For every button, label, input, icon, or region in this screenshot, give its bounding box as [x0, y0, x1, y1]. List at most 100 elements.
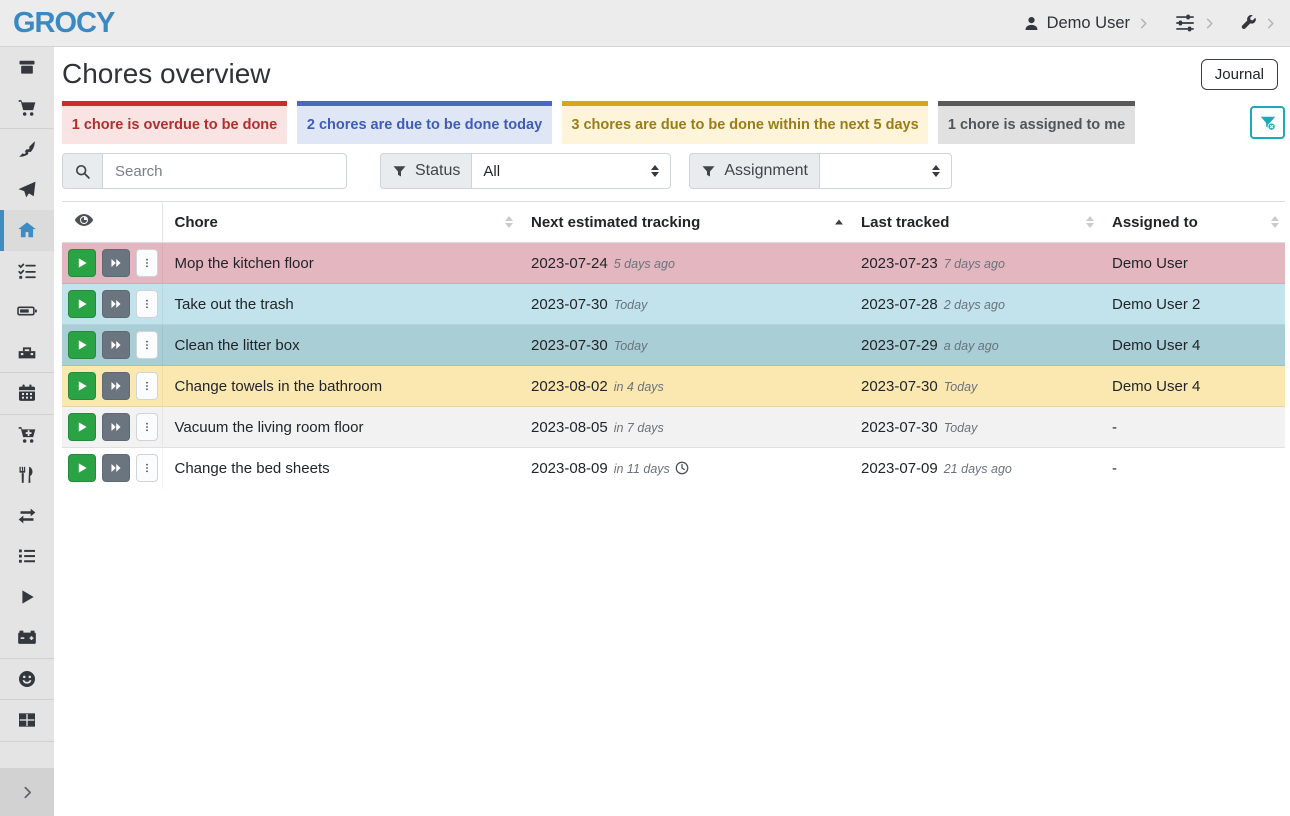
sort-icons [1086, 216, 1094, 228]
settings-menu[interactable] [1174, 12, 1216, 34]
chore-name-cell: Mop the kitchen floor [162, 243, 519, 284]
banner-assigned-me[interactable]: 1 chore is assigned to me [938, 101, 1135, 144]
play-icon [75, 297, 89, 311]
fast-forward-icon [109, 461, 123, 475]
wrench-icon [1240, 15, 1257, 32]
search-input[interactable] [102, 153, 347, 189]
paper-plane-icon [17, 180, 37, 200]
chore-row-menu-button[interactable] [136, 290, 158, 318]
sidebar-item-calendar[interactable] [0, 373, 54, 414]
skip-chore-button[interactable] [102, 331, 130, 359]
last-tracked-date: 2023-07-30 [861, 378, 938, 395]
track-chore-button[interactable] [68, 249, 96, 277]
page-title: Chores overview [62, 58, 271, 90]
tasks-icon [17, 261, 37, 281]
sidebar-item-battery[interactable] [0, 291, 54, 332]
user-menu[interactable]: Demo User [1023, 14, 1150, 33]
chore-row-menu-button[interactable] [136, 454, 158, 482]
sort-icons [1271, 216, 1279, 228]
chore-row-menu-button[interactable] [136, 331, 158, 359]
skip-chore-button[interactable] [102, 249, 130, 277]
battery-icon [17, 301, 37, 321]
last-tracked-date: 2023-07-23 [861, 255, 938, 272]
last-tracked-cell: 2023-07-237 days ago [849, 243, 1100, 284]
chore-row-menu-button[interactable] [136, 413, 158, 441]
chore-row-menu-button[interactable] [136, 372, 158, 400]
filters-row: Status All Assignment [62, 153, 1285, 189]
track-chore-button[interactable] [68, 331, 96, 359]
chevron-right-icon [20, 785, 35, 800]
header-assigned-to[interactable]: Assigned to [1100, 202, 1285, 243]
sidebar-item-pizza[interactable] [0, 129, 54, 170]
play-icon [75, 379, 89, 393]
header-chore[interactable]: Chore [162, 202, 519, 243]
status-filter-select[interactable]: All [471, 153, 671, 189]
sidebar [0, 47, 54, 768]
sidebar-item-shopping-cart[interactable] [0, 88, 54, 129]
sidebar-item-boxes[interactable] [0, 47, 54, 88]
last-tracked-cell: 2023-07-282 days ago [849, 284, 1100, 325]
admin-menu[interactable] [1240, 15, 1277, 32]
toolbox-icon [17, 342, 37, 362]
sidebar-item-paper-plane[interactable] [0, 170, 54, 211]
sidebar-item-exchange[interactable] [0, 496, 54, 537]
assigned-to-cell: - [1100, 407, 1285, 448]
assignment-filter-group: Assignment [689, 153, 952, 189]
skip-chore-button[interactable] [102, 454, 130, 482]
sidebar-item-play[interactable] [0, 577, 54, 618]
journal-button[interactable]: Journal [1201, 59, 1278, 90]
next-tracking-cell: 2023-08-05in 7 days [519, 407, 849, 448]
sidebar-item-toolbox[interactable] [0, 332, 54, 373]
header-last-tracked[interactable]: Last tracked [849, 202, 1100, 243]
sidebar-item-utensils[interactable] [0, 455, 54, 496]
table-row: Vacuum the living room floor2023-08-05in… [62, 407, 1285, 448]
track-chore-button[interactable] [68, 372, 96, 400]
track-chore-button[interactable] [68, 454, 96, 482]
next-tracking-relative: 5 days ago [614, 257, 675, 271]
sidebar-item-smiley[interactable] [0, 659, 54, 700]
sidebar-item-cart-plus[interactable] [0, 415, 54, 456]
next-tracking-date: 2023-07-30 [531, 296, 608, 313]
user-menu-label: Demo User [1047, 14, 1130, 33]
assigned-to-cell: Demo User [1100, 243, 1285, 284]
last-tracked-cell: 2023-07-29a day ago [849, 325, 1100, 366]
skip-chore-button[interactable] [102, 290, 130, 318]
sidebar-item-list[interactable] [0, 536, 54, 577]
track-chore-button[interactable] [68, 413, 96, 441]
list-icon [17, 546, 37, 566]
chore-name-cell: Vacuum the living room floor [162, 407, 519, 448]
chore-row-menu-button[interactable] [136, 249, 158, 277]
status-filter-label: Status [415, 162, 460, 180]
exchange-icon [17, 506, 37, 526]
status-filter-value: All [483, 163, 500, 180]
last-tracked-date: 2023-07-29 [861, 337, 938, 354]
banner-due-soon[interactable]: 3 chores are due to be done within the n… [562, 101, 928, 144]
sort-icons [835, 220, 843, 225]
sidebar-item-home[interactable] [0, 210, 54, 251]
sidebar-collapse-button[interactable] [0, 768, 54, 816]
fast-forward-icon [109, 338, 123, 352]
sort-icons [505, 216, 513, 228]
sidebar-item-tasks[interactable] [0, 251, 54, 292]
clear-filter-button[interactable] [1250, 106, 1285, 139]
assignment-filter-select[interactable] [819, 153, 952, 189]
skip-chore-button[interactable] [102, 413, 130, 441]
banner-overdue[interactable]: 1 chore is overdue to be done [62, 101, 287, 144]
column-visibility-header[interactable] [62, 202, 162, 243]
track-chore-button[interactable] [68, 290, 96, 318]
kebab-icon [141, 257, 153, 269]
sidebar-item-table-grid[interactable] [0, 700, 54, 741]
car-battery-icon [17, 627, 37, 647]
chore-name-cell: Clean the litter box [162, 325, 519, 366]
sidebar-item-car-battery[interactable] [0, 617, 54, 658]
assigned-to-cell: - [1100, 448, 1285, 489]
assignment-filter-label: Assignment [724, 162, 808, 180]
row-actions-cell [62, 407, 162, 448]
next-tracking-date: 2023-08-05 [531, 419, 608, 436]
header-next-estimated-tracking[interactable]: Next estimated tracking [519, 202, 849, 243]
skip-chore-button[interactable] [102, 372, 130, 400]
banner-due-today[interactable]: 2 chores are due to be done today [297, 101, 552, 144]
play-icon [75, 420, 89, 434]
next-tracking-cell: 2023-08-02in 4 days [519, 366, 849, 407]
kebab-icon [141, 462, 153, 474]
